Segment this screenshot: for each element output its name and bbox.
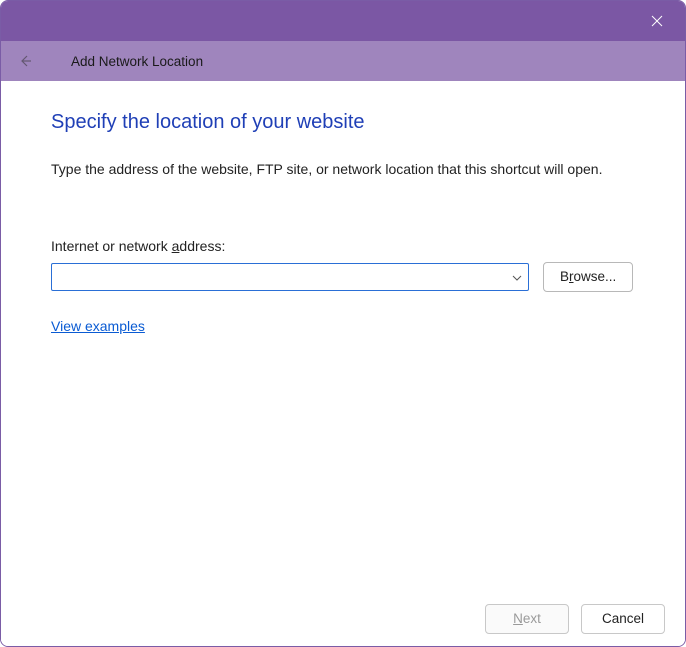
- wizard-title: Add Network Location: [71, 54, 203, 69]
- page-heading: Specify the location of your website: [51, 111, 639, 134]
- address-input[interactable]: [52, 264, 528, 290]
- cancel-button[interactable]: Cancel: [581, 604, 665, 634]
- back-button[interactable]: [15, 51, 35, 71]
- wizard-window: Add Network Location Specify the locatio…: [0, 0, 686, 647]
- wizard-content: Specify the location of your website Typ…: [1, 81, 685, 590]
- back-arrow-icon: [17, 53, 33, 69]
- view-examples-link[interactable]: View examples: [51, 318, 145, 334]
- next-button[interactable]: Next: [485, 604, 569, 634]
- close-icon: [651, 15, 663, 27]
- wizard-footer: Next Cancel: [1, 590, 685, 646]
- page-description: Type the address of the website, FTP sit…: [51, 160, 639, 180]
- close-button[interactable]: [637, 1, 677, 41]
- address-combobox[interactable]: [51, 263, 529, 291]
- titlebar: [1, 1, 685, 41]
- address-label: Internet or network address:: [51, 238, 639, 254]
- browse-button[interactable]: Browse...: [543, 262, 633, 292]
- wizard-header: Add Network Location: [1, 41, 685, 81]
